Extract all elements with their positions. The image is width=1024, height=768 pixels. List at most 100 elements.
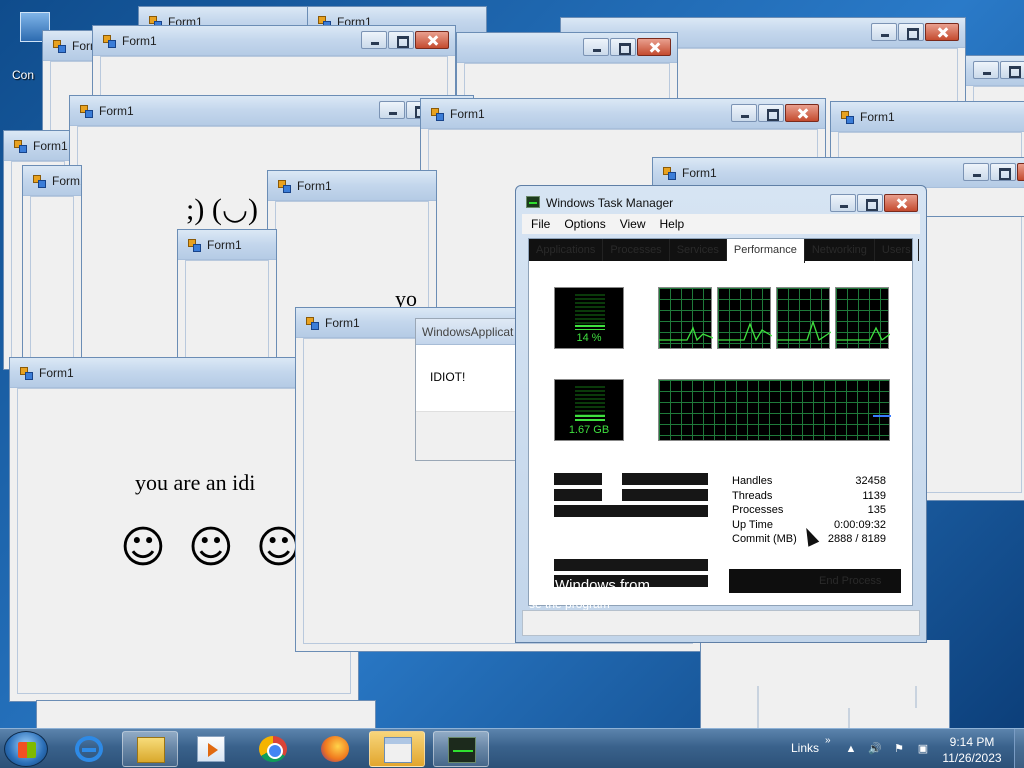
tab-users[interactable]: Users (875, 239, 919, 261)
message-text: you are an idi (135, 470, 256, 495)
window-title: Form1 (297, 179, 332, 193)
taskbar-media-player[interactable] (183, 731, 239, 767)
stat-value: 2888 / 8189 (827, 533, 886, 545)
minimize-button[interactable] (361, 31, 387, 49)
close-button[interactable] (415, 31, 449, 49)
task-manager-icon (526, 196, 540, 208)
window-edge (757, 686, 759, 728)
title-bar[interactable]: Form1 (831, 102, 1024, 132)
message-box-text: IDIOT! (430, 370, 466, 384)
end-process-label: End Process (819, 575, 882, 587)
tab-services[interactable]: Services (670, 239, 727, 261)
taskbar-explorer[interactable] (122, 731, 178, 767)
end-process-button[interactable]: End Process (729, 569, 901, 593)
maximize-button[interactable] (610, 38, 636, 56)
title-bar[interactable] (457, 33, 677, 63)
maximize-button[interactable] (898, 23, 924, 41)
title-bar[interactable]: Form1 (93, 26, 455, 56)
title-bar[interactable]: Form1 (4, 131, 72, 161)
form-icon (278, 180, 291, 193)
minimize-button[interactable] (973, 61, 999, 79)
close-button[interactable] (1017, 163, 1024, 181)
maximize-button[interactable] (990, 163, 1016, 181)
close-button[interactable] (884, 194, 918, 212)
title-bar[interactable]: Form1 (178, 230, 276, 260)
cpu-usage-gauge: 14 % (554, 287, 624, 349)
window-title: Form1 (99, 104, 134, 118)
media-player-icon (197, 736, 225, 762)
taskbar-firefox[interactable] (307, 731, 363, 767)
memory-usage-value: 1.67 GB (568, 424, 610, 436)
show-desktop-button[interactable] (1014, 729, 1024, 768)
form-window[interactable]: Form1 (22, 165, 82, 375)
title-bar[interactable]: Form1 (70, 96, 473, 126)
form-window[interactable]: Form1 (177, 229, 277, 369)
taskbar-chrome[interactable] (245, 731, 301, 767)
maximize-button[interactable] (758, 104, 784, 122)
title-bar[interactable]: Form1 (653, 158, 1024, 188)
stat-value: 0:00:09:32 (834, 518, 886, 531)
volume-icon[interactable]: 🔊 (868, 743, 882, 755)
action-center-flag-icon[interactable]: ⚑ (893, 743, 905, 755)
network-icon[interactable]: ▣ (917, 743, 929, 755)
close-button[interactable] (785, 104, 819, 122)
clock[interactable]: 9:14 PM 11/26/2023 (936, 734, 1008, 766)
taskbar-form-app[interactable] (369, 731, 425, 767)
cpu-usage-fill (575, 324, 605, 330)
title-bar[interactable]: Form1 (23, 166, 81, 196)
menu-help[interactable]: Help (654, 214, 691, 234)
form-icon (103, 35, 116, 48)
title-bar[interactable] (966, 56, 1024, 86)
cpu-history-graph (776, 287, 831, 349)
minimize-button[interactable] (963, 163, 989, 181)
window-title: Form1 (450, 107, 485, 121)
menu-view[interactable]: View (614, 214, 652, 234)
cpu-history-graph (835, 287, 890, 349)
chevron-icon: » (825, 735, 831, 746)
taskbar-ie[interactable] (61, 731, 117, 767)
window-title: Form1 (860, 110, 895, 124)
form-window[interactable]: Form1 (92, 25, 456, 105)
tray-expand-icon[interactable]: ▲ (845, 743, 857, 755)
cpu-history-line (777, 319, 831, 342)
maximize-button[interactable] (857, 194, 883, 212)
minimize-button[interactable] (830, 194, 856, 212)
start-button[interactable] (4, 731, 48, 767)
task-manager-window[interactable]: Windows Task Manager File Options View H… (515, 185, 927, 643)
stat-row: Processes 135 (732, 504, 886, 519)
links-toolbar[interactable]: Links » (791, 735, 831, 755)
minimize-button[interactable] (583, 38, 609, 56)
message-box[interactable]: WindowsApplicat IDIOT! (415, 318, 527, 461)
stat-value: 32458 (855, 475, 886, 487)
window-title: Form1 (39, 366, 74, 380)
minimize-button[interactable] (871, 23, 897, 41)
overlay-text: se the program (529, 597, 610, 611)
obscured-label (554, 489, 602, 501)
window-edge (915, 686, 917, 708)
tab-processes[interactable]: Processes (603, 239, 670, 261)
folder-icon (137, 737, 165, 763)
tab-performance[interactable]: Performance (726, 239, 805, 263)
taskbar-task-manager[interactable] (433, 731, 489, 767)
minimize-button[interactable] (731, 104, 757, 122)
close-button[interactable] (925, 23, 959, 41)
form-icon (841, 111, 854, 124)
menu-options[interactable]: Options (558, 214, 611, 234)
tab-networking[interactable]: Networking (805, 239, 875, 261)
firefox-icon (321, 736, 349, 762)
tab-applications[interactable]: Applications (529, 239, 604, 261)
obscured-label (554, 473, 602, 485)
menu-file[interactable]: File (525, 214, 556, 234)
close-button[interactable] (637, 38, 671, 56)
cpu-history-line (659, 326, 713, 342)
stat-label: Up Time (732, 518, 773, 531)
title-bar[interactable]: Form1 (421, 99, 825, 129)
cpu-history-line (836, 326, 890, 341)
title-bar[interactable]: Form1 (268, 171, 436, 201)
minimize-button[interactable] (379, 101, 405, 119)
maximize-button[interactable] (388, 31, 414, 49)
memory-usage-gauge: 1.67 GB (554, 379, 624, 441)
form-icon (306, 317, 319, 330)
window-title: Form1 (682, 166, 717, 180)
maximize-button[interactable] (1000, 61, 1024, 79)
